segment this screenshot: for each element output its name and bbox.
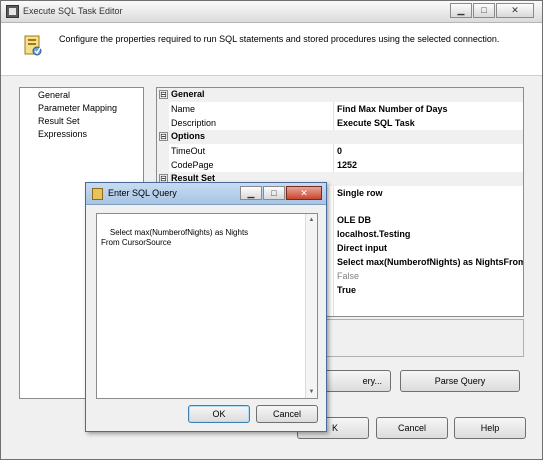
property-value[interactable]: 0	[337, 146, 342, 156]
property-value[interactable]: True	[337, 285, 356, 295]
property-row-timeout[interactable]: TimeOut 0	[157, 144, 523, 158]
parse-query-button[interactable]: Parse Query	[400, 370, 520, 392]
property-name: Name	[171, 104, 196, 114]
dialog-icon	[92, 188, 103, 200]
dialog-titlebar[interactable]: Enter SQL Query ▁ □ ✕	[86, 183, 326, 205]
property-row-name[interactable]: Name Find Max Number of Days	[157, 102, 523, 116]
dialog-minimize-button[interactable]: ▁	[240, 186, 262, 200]
dialog-ok-button[interactable]: OK	[188, 405, 250, 423]
task-icon	[23, 35, 43, 57]
category-label: Options	[171, 131, 205, 141]
cancel-button[interactable]: Cancel	[376, 417, 448, 439]
property-value[interactable]: Single row	[337, 188, 383, 198]
property-value[interactable]: OLE DB	[337, 215, 371, 225]
property-value[interactable]: Find Max Number of Days	[337, 104, 448, 114]
minimize-button[interactable]: ▁	[450, 3, 472, 18]
caption-buttons: ▁ □ ✕	[449, 3, 534, 18]
app-icon	[6, 5, 19, 18]
dialog-title: Enter SQL Query	[108, 188, 177, 198]
collapse-icon[interactable]: ⊟	[159, 132, 168, 141]
property-name: TimeOut	[171, 146, 206, 156]
scroll-down-icon[interactable]: ▼	[307, 387, 316, 397]
query-scrollbar[interactable]: ▲ ▼	[305, 214, 317, 398]
titlebar[interactable]: Execute SQL Task Editor ▁ □ ✕	[1, 1, 542, 23]
scroll-up-icon[interactable]: ▲	[307, 215, 316, 225]
property-name: Description	[171, 118, 217, 128]
collapse-icon[interactable]: ⊟	[159, 90, 168, 99]
dialog-caption-buttons: ▁ □ ✕	[239, 186, 322, 200]
property-row-description[interactable]: Description Execute SQL Task	[157, 116, 523, 130]
dialog-cancel-button[interactable]: Cancel	[256, 405, 318, 423]
header-area: Configure the properties required to run…	[1, 23, 542, 76]
property-name: CodePage	[171, 160, 214, 170]
nav-item-parameter-mapping[interactable]: Parameter Mapping	[38, 103, 117, 113]
sql-query-textarea[interactable]: Select max(NumberofNights) as Nights Fro…	[96, 213, 318, 399]
property-value[interactable]: Select max(NumberofNights) as NightsFrom…	[337, 257, 523, 267]
dialog-maximize-button[interactable]: □	[263, 186, 285, 200]
enter-sql-query-dialog: Enter SQL Query ▁ □ ✕ Select max(Numbero…	[85, 182, 327, 432]
property-value[interactable]: Execute SQL Task	[337, 118, 415, 128]
category-general[interactable]: ⊟ General	[157, 88, 523, 102]
nav-item-general[interactable]: General	[38, 90, 70, 100]
header-description: Configure the properties required to run…	[59, 34, 500, 44]
sql-query-text: Select max(NumberofNights) as Nights Fro…	[101, 228, 249, 247]
help-button[interactable]: Help	[454, 417, 526, 439]
nav-item-expressions[interactable]: Expressions	[38, 129, 87, 139]
property-value[interactable]: 1252	[337, 160, 357, 170]
nav-item-result-set[interactable]: Result Set	[38, 116, 80, 126]
close-button[interactable]: ✕	[496, 3, 534, 18]
property-value[interactable]: False	[337, 271, 359, 281]
category-label: General	[171, 89, 205, 99]
maximize-button[interactable]: □	[473, 3, 495, 18]
window-title: Execute SQL Task Editor	[23, 6, 123, 16]
property-row-codepage[interactable]: CodePage 1252	[157, 158, 523, 172]
dialog-close-button[interactable]: ✕	[286, 186, 322, 200]
property-value[interactable]: localhost.Testing	[337, 229, 410, 239]
property-value[interactable]: Direct input	[337, 243, 387, 253]
category-options[interactable]: ⊟ Options	[157, 130, 523, 144]
